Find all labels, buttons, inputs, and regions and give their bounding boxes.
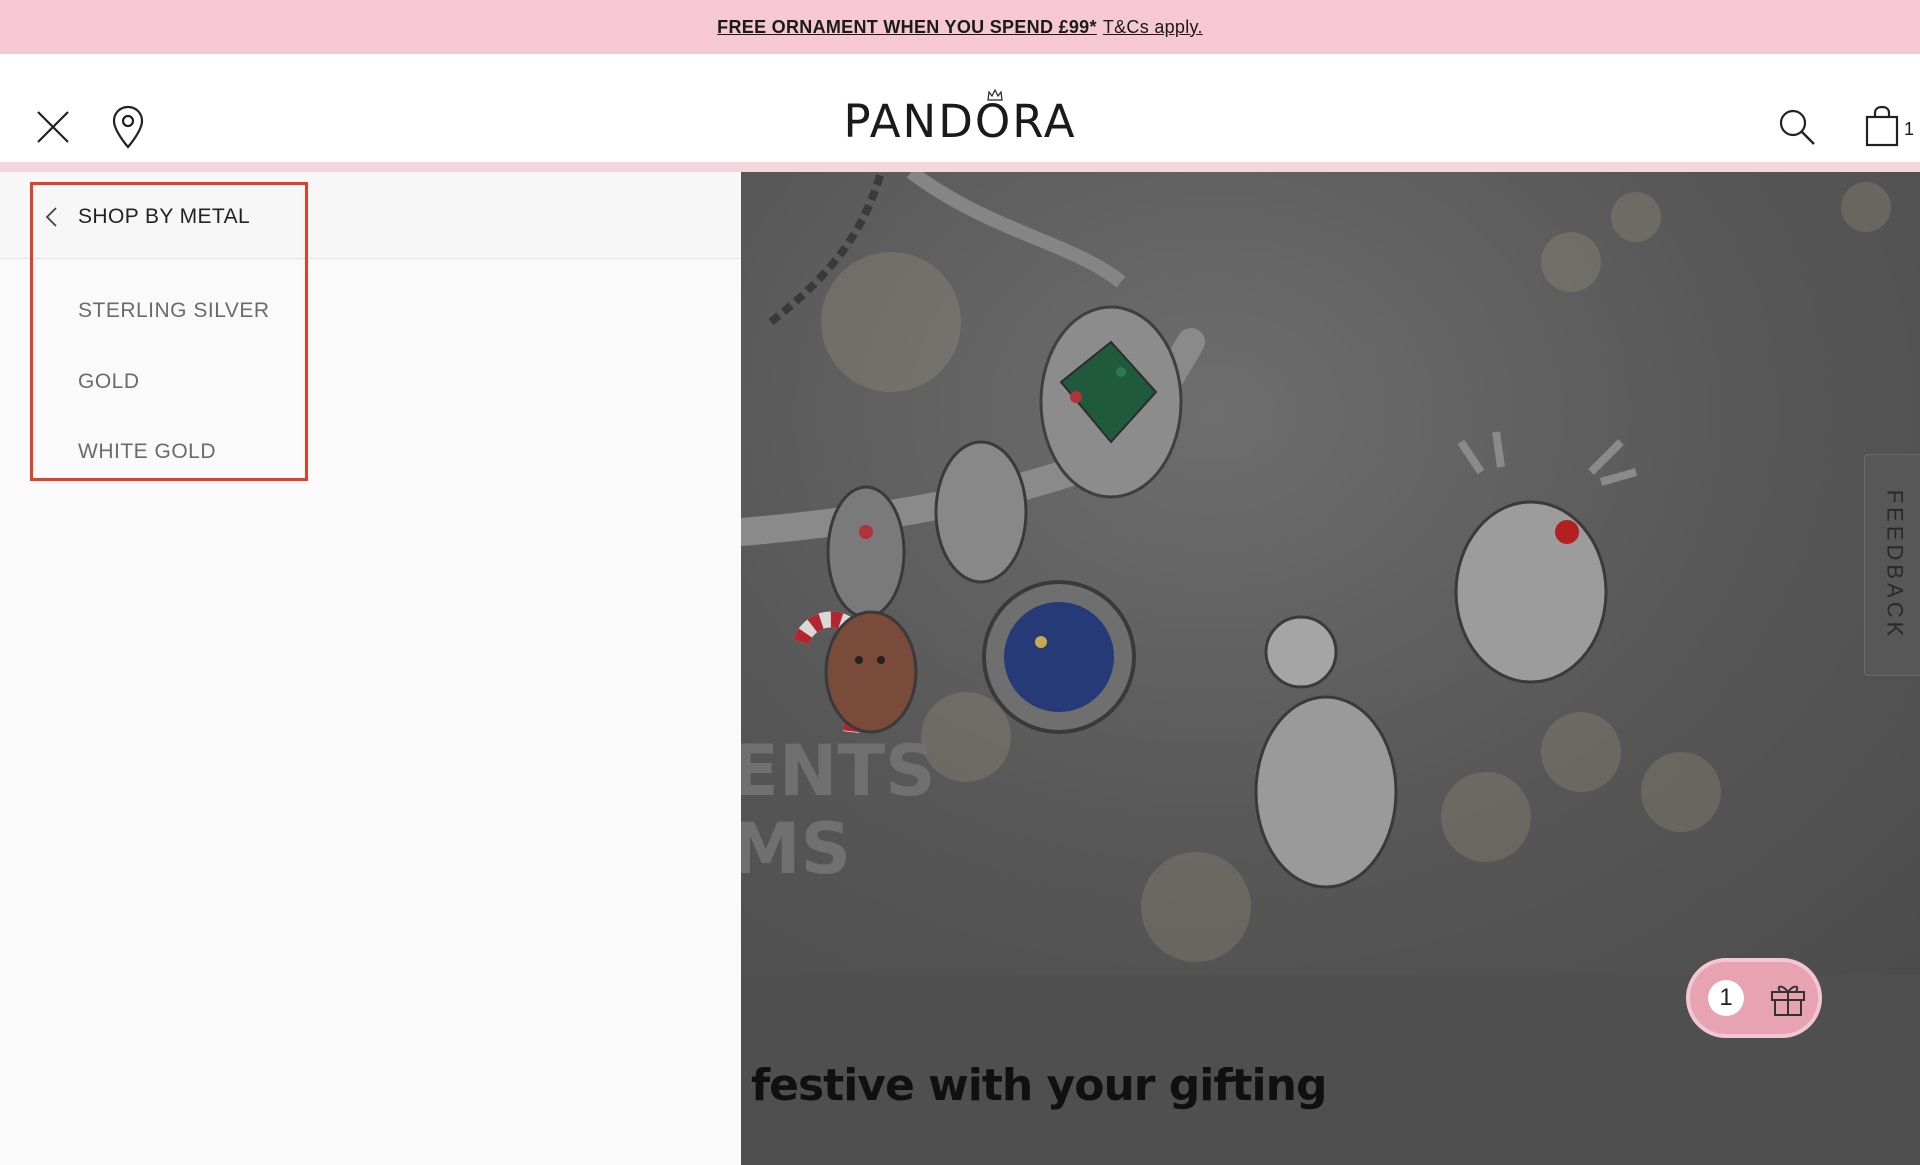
promo-banner[interactable]: FREE ORNAMENT WHEN YOU SPEND £99* T&Cs a… [0, 0, 1920, 54]
shopping-bag-icon [1865, 105, 1899, 147]
gift-icon [1771, 985, 1805, 1016]
terms-link[interactable]: T&Cs apply. [1103, 17, 1203, 38]
pandora-logo[interactable]: PANDORA [840, 89, 1080, 148]
hero-image: ENTS MS [741, 172, 1920, 975]
menu-item-gold[interactable]: GOLD [78, 370, 140, 394]
crown-icon [987, 89, 1003, 101]
feedback-tab[interactable]: FEEDBACK [1864, 454, 1920, 676]
navigation-drawer: SHOP BY METAL STERLING SILVER GOLD WHITE… [0, 172, 741, 1165]
cart-count: 1 [1904, 119, 1915, 139]
feedback-label: FEEDBACK [1882, 489, 1908, 641]
gift-count-badge: 1 [1708, 980, 1744, 1016]
gift-button[interactable]: 1 [1686, 958, 1822, 1038]
hero-headline: ENTS MS [741, 732, 936, 888]
menu-item-sterling-silver[interactable]: STERLING SILVER [78, 299, 270, 323]
store-locator-button[interactable] [110, 104, 146, 150]
logo-text: PANDORA [843, 95, 1077, 148]
hero-headline-line1: ENTS [741, 730, 936, 812]
band-text: festive with your gifting [751, 1060, 1327, 1111]
back-label: SHOP BY METAL [78, 205, 251, 228]
header-divider [0, 162, 1920, 172]
chevron-left-icon [45, 207, 57, 227]
location-pin-icon [112, 105, 144, 149]
back-button[interactable]: SHOP BY METAL [44, 202, 250, 232]
drawer-header: SHOP BY METAL [0, 172, 741, 259]
cart-button[interactable] [1862, 104, 1902, 148]
promo-offer-text[interactable]: FREE ORNAMENT WHEN YOU SPEND £99* [717, 17, 1097, 38]
search-button[interactable] [1777, 107, 1817, 147]
menu-item-white-gold[interactable]: WHITE GOLD [78, 440, 216, 464]
close-icon [37, 111, 69, 143]
search-icon [1779, 109, 1815, 145]
close-menu-button[interactable] [34, 108, 72, 146]
hero-headline-line2: MS [741, 808, 852, 890]
